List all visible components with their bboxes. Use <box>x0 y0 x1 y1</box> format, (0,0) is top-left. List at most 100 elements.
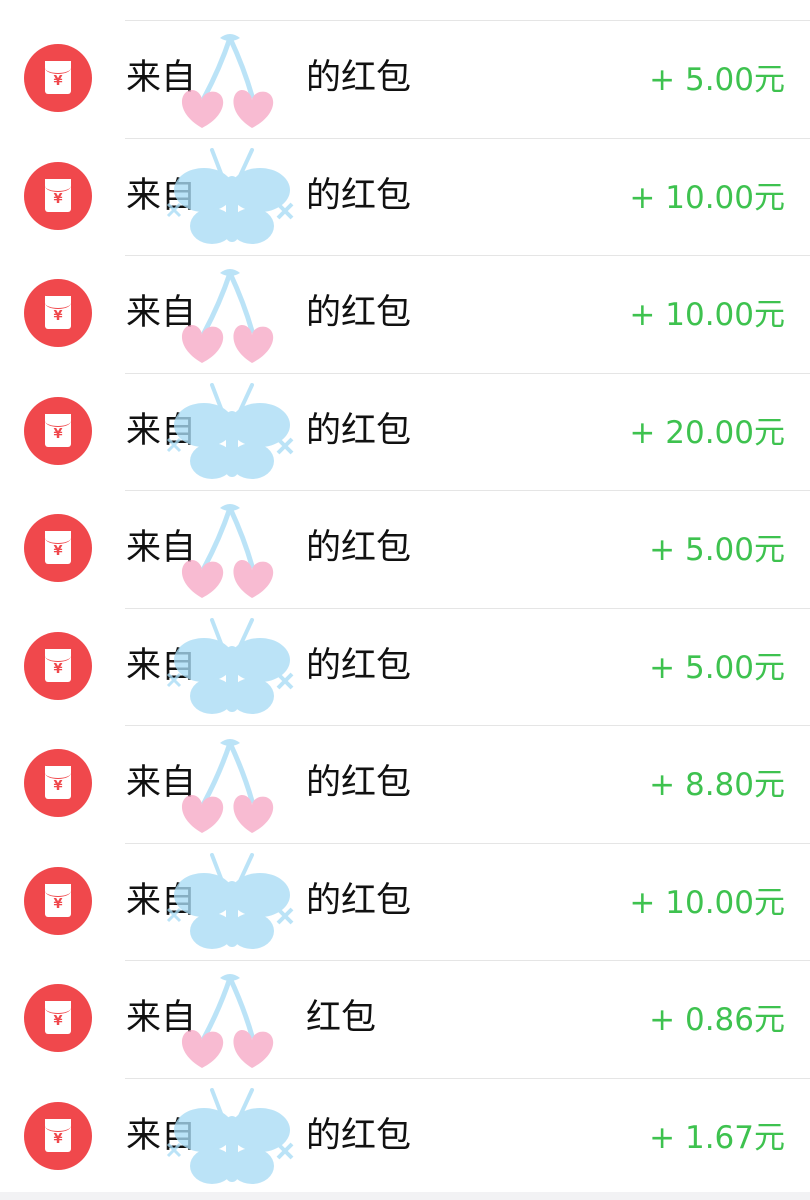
red-packet-icon: ¥ <box>24 396 92 465</box>
title-prefix: 来自 <box>126 175 197 216</box>
red-packet-amount: + 20.00元 <box>629 414 785 451</box>
red-packet-title: 来自 的红包 <box>126 409 411 453</box>
red-packet-title: 来自 红包 <box>126 996 376 1040</box>
row-separator <box>125 372 810 374</box>
red-packet-title: 来自 的红包 <box>126 761 411 805</box>
bottom-bar <box>0 1192 810 1200</box>
sender-name-redacted <box>196 56 306 100</box>
red-packet-icon: ¥ <box>24 1101 92 1170</box>
envelope-icon: ¥ <box>45 531 71 564</box>
red-packet-icon: ¥ <box>24 749 92 817</box>
envelope-icon: ¥ <box>45 296 71 329</box>
red-packet-row[interactable]: ¥ 来自 的红包 + 10.00元 <box>0 255 810 372</box>
yen-icon: ¥ <box>53 544 63 559</box>
red-packet-amount: + 10.00元 <box>629 297 785 333</box>
red-packet-icon: ¥ <box>24 866 92 935</box>
red-packet-row[interactable]: ¥ 来自 的红包 + 5.00元 <box>0 607 810 725</box>
yen-icon: ¥ <box>53 1131 63 1147</box>
title-prefix: 来自 <box>126 293 197 333</box>
title-suffix: 的红包 <box>306 58 412 98</box>
red-packet-amount: + 10.00元 <box>629 884 785 921</box>
row-separator <box>125 137 810 139</box>
title-suffix: 的红包 <box>306 645 412 686</box>
red-packet-amount: + 10.00元 <box>629 179 785 216</box>
sender-name-redacted <box>196 761 306 805</box>
red-packet-title: 来自 的红包 <box>126 879 411 923</box>
envelope-icon: ¥ <box>45 178 71 212</box>
sender-name-redacted <box>196 1114 306 1158</box>
sender-name-redacted <box>196 174 306 218</box>
title-prefix: 来自 <box>126 645 197 686</box>
envelope-icon: ¥ <box>45 883 71 917</box>
title-suffix: 的红包 <box>306 1115 412 1156</box>
sender-name-redacted <box>196 291 306 335</box>
red-packet-icon: ¥ <box>24 631 92 700</box>
red-packet-row[interactable]: ¥ 来自 红包 + 0.86元 <box>0 960 810 1077</box>
red-packet-icon: ¥ <box>24 44 92 112</box>
envelope-icon: ¥ <box>45 1118 71 1152</box>
title-suffix: 的红包 <box>306 763 412 803</box>
envelope-icon: ¥ <box>45 1001 71 1034</box>
red-packet-icon: ¥ <box>24 514 92 582</box>
red-packet-row[interactable]: ¥ 来自 的红包 + 5.00元 <box>0 490 810 607</box>
sender-name-redacted <box>196 409 306 453</box>
red-packet-row[interactable]: ¥ 来自 的红包 + 5.00元 <box>0 20 810 137</box>
red-packet-icon: ¥ <box>24 279 92 347</box>
red-packet-amount: + 5.00元 <box>649 62 785 98</box>
row-separator <box>125 725 810 726</box>
red-packet-title: 来自 的红包 <box>126 526 411 570</box>
yen-icon: ¥ <box>53 309 63 324</box>
title-prefix: 来自 <box>126 58 197 98</box>
title-prefix: 来自 <box>126 1115 197 1156</box>
red-packet-row[interactable]: ¥ 来自 的红包 + 8.80元 <box>0 725 810 842</box>
red-packet-title: 来自 的红包 <box>126 56 411 100</box>
title-prefix: 来自 <box>126 410 197 451</box>
title-suffix: 的红包 <box>306 175 412 216</box>
red-packet-title: 来自 的红包 <box>126 174 411 218</box>
title-suffix: 的红包 <box>306 880 412 921</box>
title-suffix: 红包 <box>306 998 377 1038</box>
red-packet-icon: ¥ <box>24 161 92 230</box>
row-separator <box>125 960 810 961</box>
yen-icon: ¥ <box>53 426 63 442</box>
red-packet-title: 来自 的红包 <box>126 291 411 335</box>
row-separator <box>125 20 810 21</box>
red-packet-row[interactable]: ¥ 来自 的红包 + 10.00元 <box>0 137 810 255</box>
title-prefix: 来自 <box>126 528 197 568</box>
red-packet-row[interactable]: ¥ 来自 的红包 + 1.67元 <box>0 1077 810 1195</box>
title-suffix: 的红包 <box>306 528 412 568</box>
red-packet-amount: + 8.80元 <box>649 767 785 803</box>
red-packet-icon: ¥ <box>24 984 92 1052</box>
yen-icon: ¥ <box>53 661 63 677</box>
title-prefix: 来自 <box>126 998 197 1038</box>
row-separator <box>125 1077 810 1079</box>
yen-icon: ¥ <box>53 1014 63 1029</box>
title-prefix: 来自 <box>126 880 197 921</box>
sender-name-redacted <box>196 879 306 923</box>
red-packet-list: ¥ 来自 的红包 + 5.00元 ¥ 来自 的红包 + 10.00元 ¥ 来自 的红 <box>0 0 810 1192</box>
row-separator <box>125 490 810 491</box>
sender-name-redacted <box>196 644 306 688</box>
red-packet-title: 来自 的红包 <box>126 1114 411 1158</box>
yen-icon: ¥ <box>53 191 63 207</box>
yen-icon: ¥ <box>53 896 63 912</box>
sender-name-redacted <box>196 996 306 1040</box>
red-packet-amount: + 0.86元 <box>649 1002 785 1038</box>
yen-icon: ¥ <box>53 74 63 89</box>
yen-icon: ¥ <box>53 779 63 794</box>
red-packet-amount: + 1.67元 <box>649 1119 785 1156</box>
envelope-icon: ¥ <box>45 648 71 682</box>
title-prefix: 来自 <box>126 763 197 803</box>
title-suffix: 的红包 <box>306 410 412 451</box>
red-packet-row[interactable]: ¥ 来自 的红包 + 10.00元 <box>0 842 810 960</box>
red-packet-row[interactable]: ¥ 来自 的红包 + 20.00元 <box>0 372 810 490</box>
envelope-icon: ¥ <box>45 61 71 94</box>
red-packet-title: 来自 的红包 <box>126 644 411 688</box>
red-packet-amount: + 5.00元 <box>649 649 785 686</box>
envelope-icon: ¥ <box>45 766 71 799</box>
row-separator <box>125 255 810 256</box>
row-separator <box>125 842 810 844</box>
row-separator <box>125 607 810 609</box>
sender-name-redacted <box>196 526 306 570</box>
red-packet-amount: + 5.00元 <box>649 532 785 568</box>
